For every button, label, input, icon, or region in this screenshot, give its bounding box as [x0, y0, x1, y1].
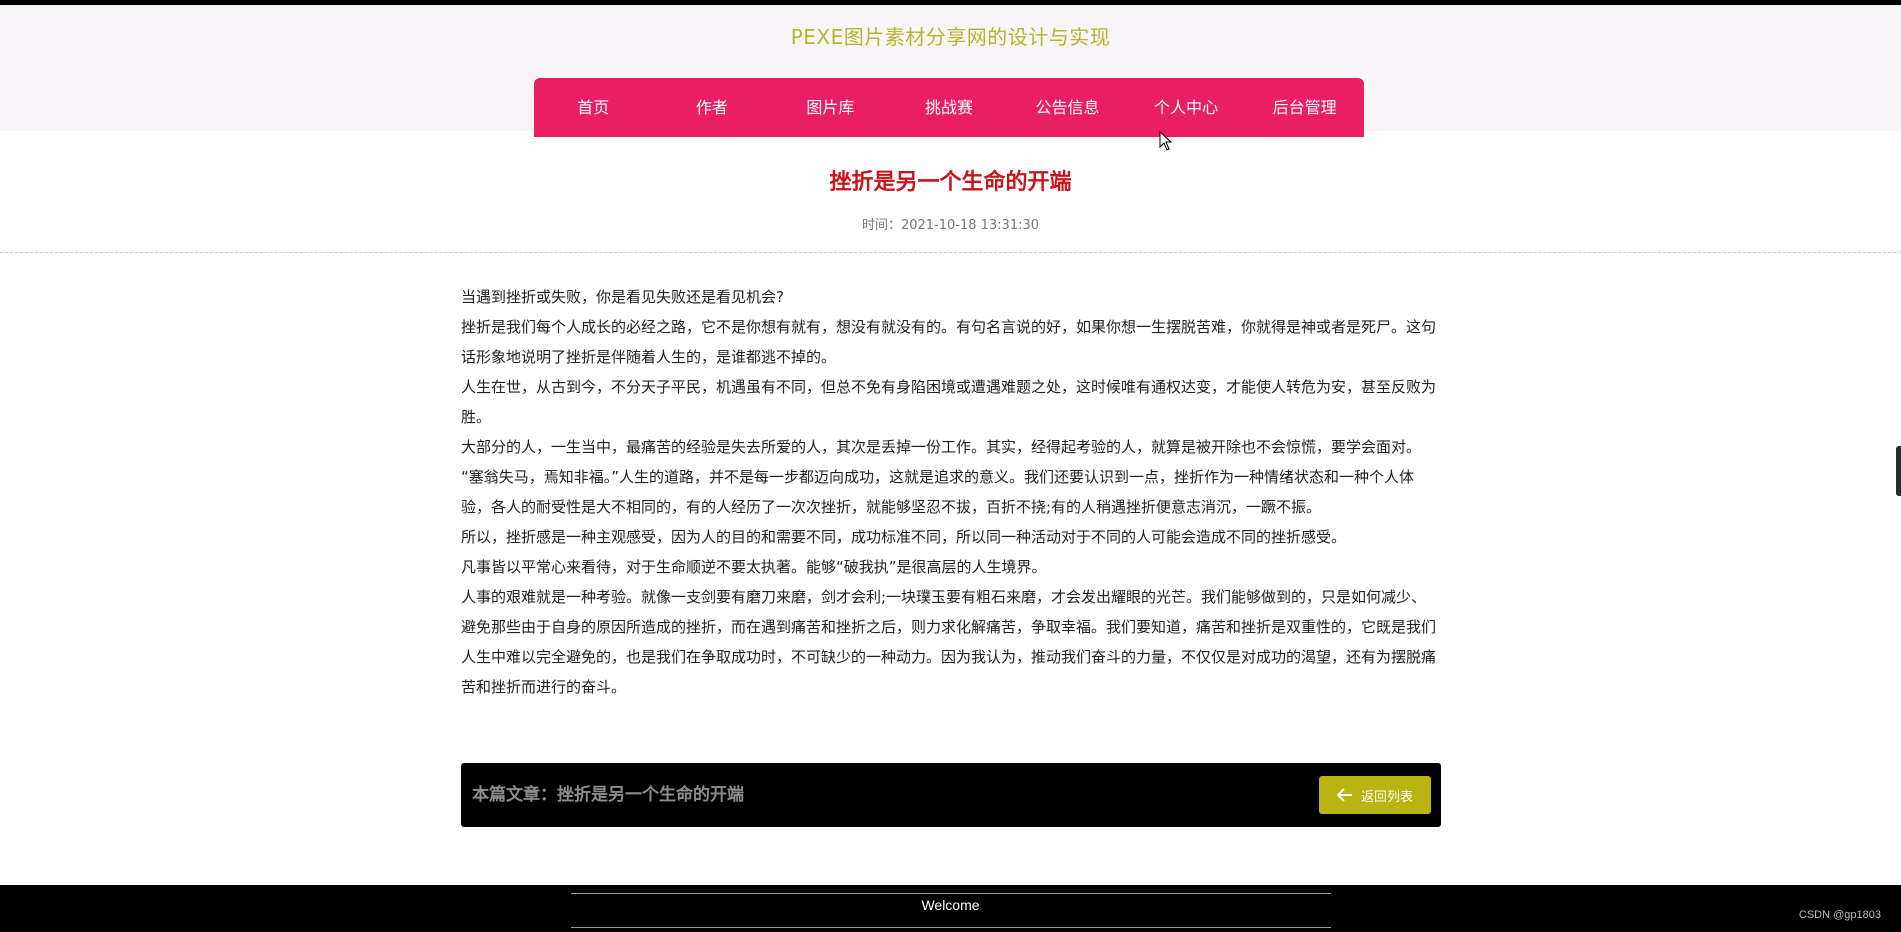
article-paragraph: 人事的艰难就是一种考验。就像一支剑要有磨刀来磨，剑才会利;一块璞玉要有粗石来磨，…	[461, 588, 1437, 696]
article-title: 挫折是另一个生命的开端	[829, 170, 1072, 195]
nav-item-announcements[interactable]: 公告信息	[1008, 78, 1127, 137]
scrollbar-thumb[interactable]	[1896, 446, 1901, 496]
nav-item-profile[interactable]: 个人中心	[1127, 78, 1246, 137]
back-to-list-button[interactable]: 返回列表	[1319, 776, 1431, 814]
current-article-label: 本篇文章：挫折是另一个生命的开端	[472, 785, 744, 805]
article-paragraph: 当遇到挫折或失败，你是看见失败还是看见机会?	[461, 288, 784, 306]
footer-divider	[571, 927, 1331, 928]
article-time: 时间：2021-10-18 13:31:30	[861, 218, 1040, 233]
nav-item-gallery[interactable]: 图片库	[771, 78, 890, 137]
article-paragraph: 所以，挫折感是一种主观感受，因为人的目的和需要不同，成功标准不同，所以同一种活动…	[461, 528, 1347, 546]
nav-item-challenge[interactable]: 挑战赛	[890, 78, 1009, 137]
footer-welcome: Welcome	[921, 897, 980, 913]
nav-item-home[interactable]: 首页	[534, 78, 653, 137]
back-to-list-label: 返回列表	[1360, 789, 1413, 805]
article-paragraph: 大部分的人，一生当中，最痛苦的经验是失去所爱的人，其次是丢掉一份工作。其实，经得…	[461, 438, 1422, 456]
main-nav: 首页 作者 图片库 挑战赛 公告信息 个人中心 后台管理	[534, 78, 1364, 137]
article-paragraph: 凡事皆以平常心来看待，对于生命顺逆不要太执著。能够“破我执”是很高层的人生境界。	[461, 558, 1047, 576]
article-content: 当遇到挫折或失败，你是看见失败还是看见机会? 挫折是我们每个人成长的必经之路，它…	[461, 282, 1441, 702]
site-header: PEXE图片素材分享网的设计与实现 首页 作者 图片库 挑战赛 公告信息 个人中…	[0, 5, 1901, 137]
site-title: PEXE图片素材分享网的设计与实现	[790, 25, 1111, 49]
article-paragraph: 人生在世，从古到今，不分天子平民，机遇虽有不同，但总不免有身陷困境或遭遇难题之处…	[461, 378, 1437, 426]
article-footer-bar: 本篇文章：挫折是另一个生命的开端 返回列表	[461, 763, 1441, 827]
site-footer: Welcome CSDN @gp1803	[0, 885, 1901, 932]
article-paragraph: “塞翁失马，焉知非福。”人生的道路，并不是每一步都迈向成功，这就是追求的意义。我…	[461, 468, 1415, 516]
nav-item-authors[interactable]: 作者	[653, 78, 772, 137]
title-divider	[0, 252, 1901, 253]
watermark: CSDN @gp1803	[1798, 909, 1881, 921]
footer-divider	[571, 893, 1331, 894]
arrow-left-icon	[1336, 788, 1352, 802]
nav-item-admin[interactable]: 后台管理	[1245, 78, 1364, 137]
article-paragraph: 挫折是我们每个人成长的必经之路，它不是你想有就有，想没有就没有的。有句名言说的好…	[461, 318, 1437, 366]
mouse-cursor-icon	[1159, 131, 1173, 151]
